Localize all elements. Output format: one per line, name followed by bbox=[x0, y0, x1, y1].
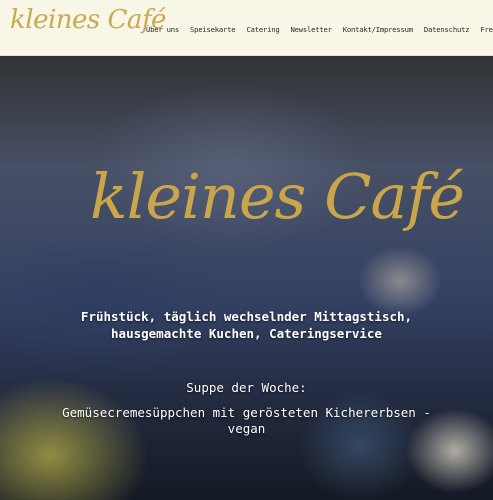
main-nav: Über uns Speisekarte Catering Newsletter… bbox=[146, 25, 493, 34]
site-logo[interactable]: kleines Café bbox=[10, 7, 166, 33]
soup-of-the-week-text: Gemüsecremesüppchen mit gerösteten Kiche… bbox=[50, 405, 443, 437]
tagline-line-2: hausgemachte Kuchen, Cateringservice bbox=[111, 326, 382, 341]
hero-section: kleines Café Frühstück, täglich wechseln… bbox=[0, 56, 493, 500]
soup-line-2: vegan bbox=[227, 421, 266, 436]
nav-item-freunde[interactable]: Freunde bbox=[480, 25, 493, 34]
nav-item-speisekarte[interactable]: Speisekarte bbox=[190, 25, 236, 34]
nav-item-datenschutz[interactable]: Datenschutz bbox=[424, 25, 470, 34]
soup-of-the-week-heading: Suppe der Woche: bbox=[186, 380, 307, 395]
soup-line-1: Gemüsecremesüppchen mit gerösteten Kiche… bbox=[62, 405, 431, 420]
site-header: kleines Café Über uns Speisekarte Cateri… bbox=[0, 0, 493, 56]
tagline-line-1: Frühstück, täglich wechselnder Mittagsti… bbox=[80, 309, 413, 324]
nav-item-kontakt-impressum[interactable]: Kontakt/Impressum bbox=[343, 25, 413, 34]
hero-tagline: Frühstück, täglich wechselnder Mittagsti… bbox=[40, 308, 453, 342]
nav-item-newsletter[interactable]: Newsletter bbox=[290, 25, 331, 34]
hero-title: kleines Café bbox=[90, 160, 465, 233]
nav-item-catering[interactable]: Catering bbox=[246, 25, 279, 34]
nav-item-ueber-uns[interactable]: Über uns bbox=[146, 25, 179, 34]
